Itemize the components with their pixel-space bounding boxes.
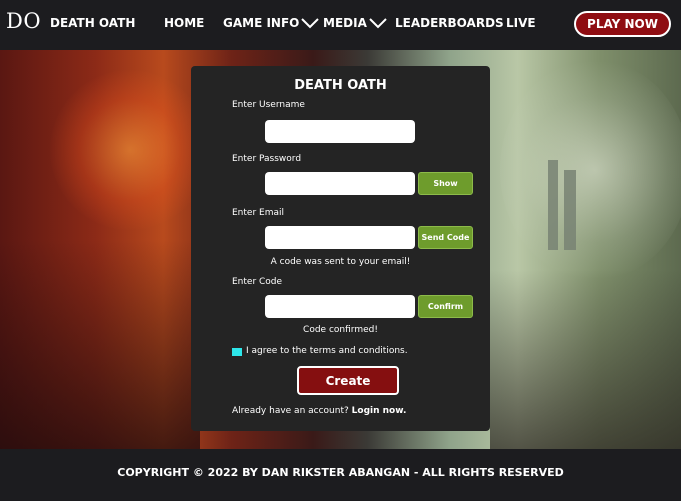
login-prompt-text: Already have an account? xyxy=(232,406,349,416)
nav-live[interactable]: LIVE xyxy=(506,16,536,30)
username-input[interactable] xyxy=(265,120,415,143)
brand-name[interactable]: DEATH OATH xyxy=(50,16,135,30)
code-label: Enter Code xyxy=(232,277,283,287)
tower-silhouette xyxy=(548,160,558,250)
code-confirmed-note: Code confirmed! xyxy=(303,325,378,335)
password-label: Enter Password xyxy=(232,154,302,164)
email-code-note: A code was sent to your email! xyxy=(270,257,411,267)
create-account-button[interactable]: Create xyxy=(297,366,399,395)
logo[interactable]: DO xyxy=(6,9,41,33)
nav-game-info[interactable]: GAME INFO xyxy=(223,16,320,30)
battle-scene-right xyxy=(490,270,681,449)
login-prompt: Already have an account? Login now. xyxy=(232,406,406,416)
footer: COPYRIGHT © 2022 BY DAN RIKSTER ABANGAN … xyxy=(0,449,681,501)
signup-panel: DEATH OATH Enter Username Enter Password… xyxy=(191,66,490,431)
nav-game-info-label: GAME INFO xyxy=(223,16,300,30)
nav-media[interactable]: MEDIA xyxy=(323,16,387,30)
email-input[interactable] xyxy=(265,226,415,249)
login-now-link[interactable]: Login now. xyxy=(352,406,407,416)
code-input[interactable] xyxy=(265,295,415,318)
chevron-down-icon xyxy=(369,18,387,29)
nav-leaderboards-label: LEADERBOARDS xyxy=(395,16,504,30)
nav-home-label: HOME xyxy=(164,16,205,30)
terms-checkbox[interactable] xyxy=(232,348,242,356)
battle-scene-left xyxy=(0,240,200,449)
send-code-button[interactable]: Send Code xyxy=(418,226,473,249)
nav-home[interactable]: HOME xyxy=(164,16,204,30)
tower-silhouette xyxy=(564,170,576,250)
email-label: Enter Email xyxy=(232,208,284,218)
nav-leaderboards[interactable]: LEADERBOARDS xyxy=(395,16,504,30)
chevron-down-icon xyxy=(301,18,320,29)
copyright-text: COPYRIGHT © 2022 BY DAN RIKSTER ABANGAN … xyxy=(117,466,564,479)
volcano-glow xyxy=(50,70,210,230)
password-input[interactable] xyxy=(265,172,415,195)
confirm-code-button[interactable]: Confirm xyxy=(418,295,473,318)
terms-label: I agree to the terms and conditions. xyxy=(246,346,408,356)
username-label: Enter Username xyxy=(232,100,305,110)
show-password-button[interactable]: Show xyxy=(418,172,473,195)
form-title: DEATH OATH xyxy=(294,78,387,93)
nav-media-label: MEDIA xyxy=(323,16,367,30)
play-now-button[interactable]: PLAY NOW xyxy=(574,11,671,37)
nav-live-label: LIVE xyxy=(506,16,536,30)
top-navbar: DO DEATH OATH HOME GAME INFO MEDIA LEADE… xyxy=(0,0,681,50)
sky-glow xyxy=(500,60,681,280)
